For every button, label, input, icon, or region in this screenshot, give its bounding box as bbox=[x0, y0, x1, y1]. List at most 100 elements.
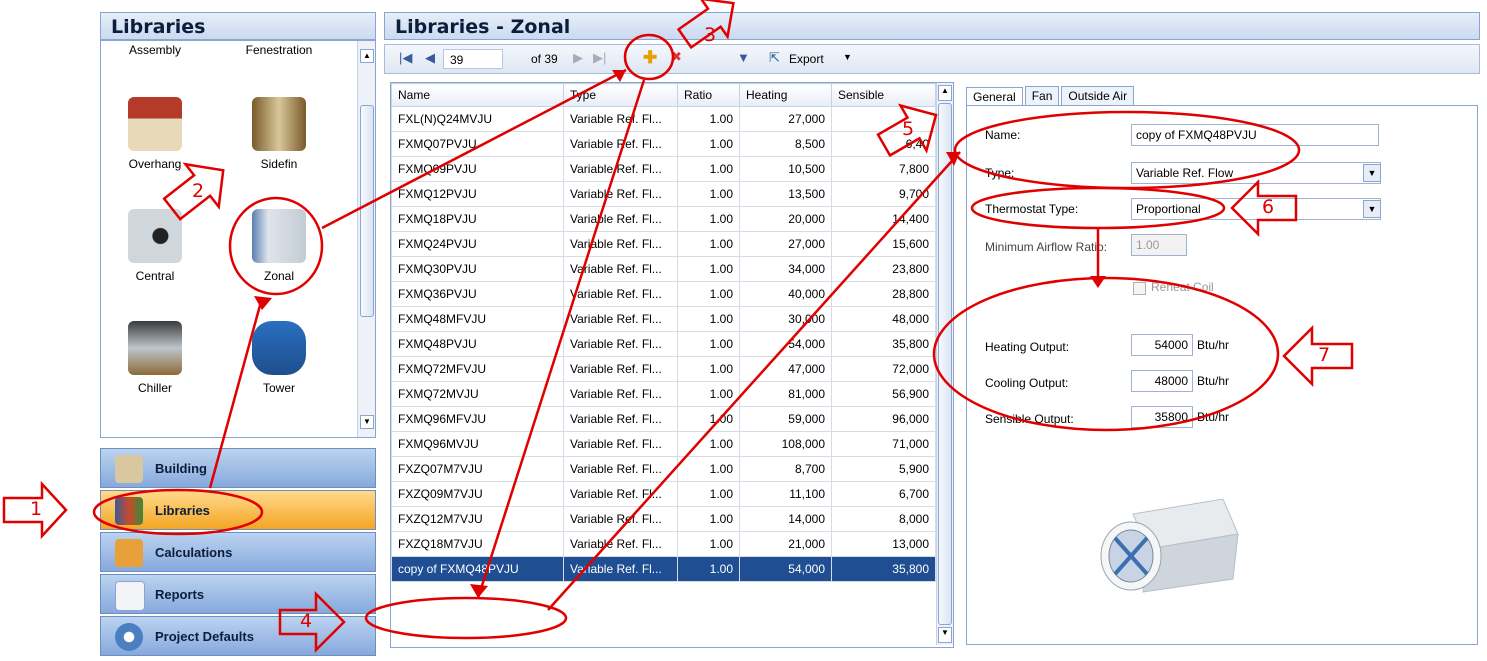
table-row[interactable]: FXMQ48MFVJU Variable Ref. Fl... 1.00 30,000… bbox=[391, 306, 936, 332]
table-row[interactable]: FXZQ09M7VJU Variable Ref. Fl... 1.00 11,100… bbox=[391, 481, 936, 507]
library-item-tower[interactable]: Tower bbox=[229, 321, 329, 395]
table-row[interactable]: copy of FXMQ48PVJU Variable Ref. Fl... 1.0… bbox=[391, 556, 936, 582]
table-cell: 1.00 bbox=[677, 381, 740, 407]
table-row[interactable]: FXMQ72MVJU Variable Ref. Fl... 1.00 81,000 5… bbox=[391, 381, 936, 407]
table-cell: Variable Ref. Fl... bbox=[563, 181, 678, 207]
nav-project-defaults[interactable]: Project Defaults bbox=[100, 616, 376, 656]
grid-scroll-down-icon[interactable]: ▼ bbox=[938, 627, 952, 643]
equipment-grid: Name Type Ratio Heating Sensible FXL(N)Q24MV… bbox=[390, 82, 954, 648]
table-cell: 1.00 bbox=[677, 456, 740, 482]
type-label: Type: bbox=[985, 166, 1015, 180]
last-record-icon[interactable]: ▶| bbox=[593, 50, 606, 66]
table-row[interactable]: FXMQ30PVJU Variable Ref. Fl... 1.00 34,000 2… bbox=[391, 256, 936, 282]
table-row[interactable]: FXMQ36PVJU Variable Ref. Fl... 1.00 40,000 2… bbox=[391, 281, 936, 307]
nav-reports[interactable]: Reports bbox=[100, 574, 376, 614]
grid-scrollbar[interactable]: ▲ ▼ bbox=[936, 83, 953, 645]
column-header[interactable]: Type bbox=[563, 83, 678, 107]
table-row[interactable]: FXMQ18PVJU Variable Ref. Fl... 1.00 20,000 1… bbox=[391, 206, 936, 232]
tab-general[interactable]: General bbox=[966, 87, 1023, 106]
next-record-icon[interactable]: ▶ bbox=[573, 50, 583, 66]
column-header[interactable]: Sensible bbox=[831, 83, 936, 107]
add-record-icon[interactable]: ✚ bbox=[643, 48, 657, 68]
library-item-chiller[interactable]: Chiller bbox=[105, 321, 205, 395]
tab-outside-air[interactable]: Outside Air bbox=[1061, 86, 1135, 105]
column-header[interactable]: Ratio bbox=[677, 83, 740, 107]
table-cell: 8,700 bbox=[739, 456, 832, 482]
column-header[interactable]: Heating bbox=[739, 83, 832, 107]
grid-scroll-up-icon[interactable]: ▲ bbox=[938, 85, 952, 101]
table-row[interactable]: FXMQ48PVJU Variable Ref. Fl... 1.00 54,000 3… bbox=[391, 331, 936, 357]
table-cell: FXMQ09PVJU bbox=[391, 156, 564, 182]
table-cell: Variable Ref. Fl... bbox=[563, 406, 678, 432]
export-dropdown-icon[interactable]: ▼ bbox=[843, 52, 852, 62]
prev-record-icon[interactable]: ◀ bbox=[425, 50, 435, 66]
library-item-central[interactable]: Central bbox=[105, 209, 205, 283]
table-cell: 1.00 bbox=[677, 306, 740, 332]
table-cell: 23,800 bbox=[831, 256, 936, 282]
library-list: ▲ ▼ Assembly Fenestration Overhang Sidef… bbox=[100, 40, 376, 438]
table-cell: FXL(N)Q24MVJU bbox=[391, 106, 564, 132]
first-record-icon[interactable]: |◀ bbox=[399, 50, 412, 66]
name-field[interactable]: copy of FXMQ48PVJU bbox=[1131, 124, 1379, 146]
chevron-down-icon[interactable]: ▼ bbox=[1363, 164, 1381, 182]
grid-scroll-thumb[interactable] bbox=[938, 103, 952, 625]
export-button[interactable]: Export bbox=[789, 52, 824, 66]
table-cell: 1.00 bbox=[677, 206, 740, 232]
tab-fan[interactable]: Fan bbox=[1024, 86, 1060, 105]
table-row[interactable]: FXMQ07PVJU Variable Ref. Fl... 1.00 8,500 6,… bbox=[391, 131, 936, 157]
cooling-output-field[interactable]: 48000 bbox=[1131, 370, 1193, 392]
nav-libraries[interactable]: Libraries bbox=[100, 490, 376, 530]
min-airflow-ratio-stepper[interactable]: 1.00 bbox=[1131, 234, 1187, 256]
table-cell: 108,000 bbox=[739, 431, 832, 457]
table-cell: 81,000 bbox=[739, 381, 832, 407]
scroll-down-icon[interactable]: ▼ bbox=[360, 415, 374, 429]
record-number-input[interactable]: 39 bbox=[443, 49, 503, 69]
chevron-down-icon[interactable]: ▼ bbox=[1363, 200, 1381, 218]
table-row[interactable]: FXZQ18M7VJU Variable Ref. Fl... 1.00 21,000… bbox=[391, 531, 936, 557]
table-cell: 27,000 bbox=[739, 106, 832, 132]
table-row[interactable]: FXL(N)Q24MVJU Variable Ref. Fl... 1.00 27,0… bbox=[391, 106, 936, 132]
table-row[interactable]: FXMQ12PVJU Variable Ref. Fl... 1.00 13,500 9… bbox=[391, 181, 936, 207]
table-row[interactable]: FXMQ24PVJU Variable Ref. Fl... 1.00 27,000 1… bbox=[391, 231, 936, 257]
sensible-output-field[interactable]: 35800 bbox=[1131, 406, 1193, 428]
table-cell: 27,000 bbox=[739, 231, 832, 257]
library-item-sidefin[interactable]: Sidefin bbox=[229, 97, 329, 171]
heating-output-field[interactable]: 54000 bbox=[1131, 334, 1193, 356]
library-item-label: Fenestration bbox=[245, 43, 313, 57]
table-row[interactable]: FXZQ12M7VJU Variable Ref. Fl... 1.00 14,000… bbox=[391, 506, 936, 532]
table-cell: 1.00 bbox=[677, 181, 740, 207]
table-cell: Variable Ref. Fl... bbox=[563, 306, 678, 332]
left-panel-title: Libraries bbox=[100, 12, 376, 40]
scroll-up-icon[interactable]: ▲ bbox=[360, 49, 374, 63]
export-icon: ⇱ bbox=[769, 50, 780, 65]
thermostat-type-select[interactable]: Proportional bbox=[1131, 198, 1381, 220]
library-item-overhang[interactable]: Overhang bbox=[105, 97, 205, 171]
table-row[interactable]: FXMQ96MFVJU Variable Ref. Fl... 1.00 59,000… bbox=[391, 406, 936, 432]
gear-icon bbox=[115, 623, 143, 651]
table-cell: FXMQ48PVJU bbox=[391, 331, 564, 357]
library-scrollbar[interactable]: ▲ ▼ bbox=[357, 41, 375, 437]
library-item-assembly[interactable]: Assembly bbox=[105, 43, 205, 57]
table-cell: 20,000 bbox=[739, 206, 832, 232]
type-select[interactable]: Variable Ref. Flow bbox=[1131, 162, 1381, 184]
table-cell: Variable Ref. Fl... bbox=[563, 356, 678, 382]
table-row[interactable]: FXMQ72MFVJU Variable Ref. Fl... 1.00 47,000… bbox=[391, 356, 936, 382]
library-item-zonal[interactable]: Zonal bbox=[229, 209, 329, 283]
properties-panel: General Fan Outside Air Name: copy of FXMQ… bbox=[962, 82, 1480, 646]
table-cell: 21,000 bbox=[739, 531, 832, 557]
table-cell: 9,700 bbox=[831, 181, 936, 207]
table-row[interactable]: FXMQ96MVJU Variable Ref. Fl... 1.00 108,000… bbox=[391, 431, 936, 457]
table-cell: 1.00 bbox=[677, 331, 740, 357]
table-row[interactable]: FXZQ07M7VJU Variable Ref. Fl... 1.00 8,700 5… bbox=[391, 456, 936, 482]
column-header[interactable]: Name bbox=[391, 83, 564, 107]
delete-record-icon[interactable]: ✖ bbox=[671, 49, 682, 65]
nav-calculations[interactable]: Calculations bbox=[100, 532, 376, 572]
table-row[interactable]: FXMQ09PVJU Variable Ref. Fl... 1.00 10,500 7… bbox=[391, 156, 936, 182]
move-down-icon[interactable]: ▼ bbox=[737, 50, 750, 65]
table-cell: 15,600 bbox=[831, 231, 936, 257]
nav-building[interactable]: Building bbox=[100, 448, 376, 488]
scroll-thumb[interactable] bbox=[360, 105, 374, 317]
reheat-coil-checkbox[interactable] bbox=[1133, 282, 1146, 295]
library-item-fenestration[interactable]: Fenestration bbox=[229, 43, 329, 57]
sensible-output-unit: Btu/hr bbox=[1197, 410, 1230, 424]
